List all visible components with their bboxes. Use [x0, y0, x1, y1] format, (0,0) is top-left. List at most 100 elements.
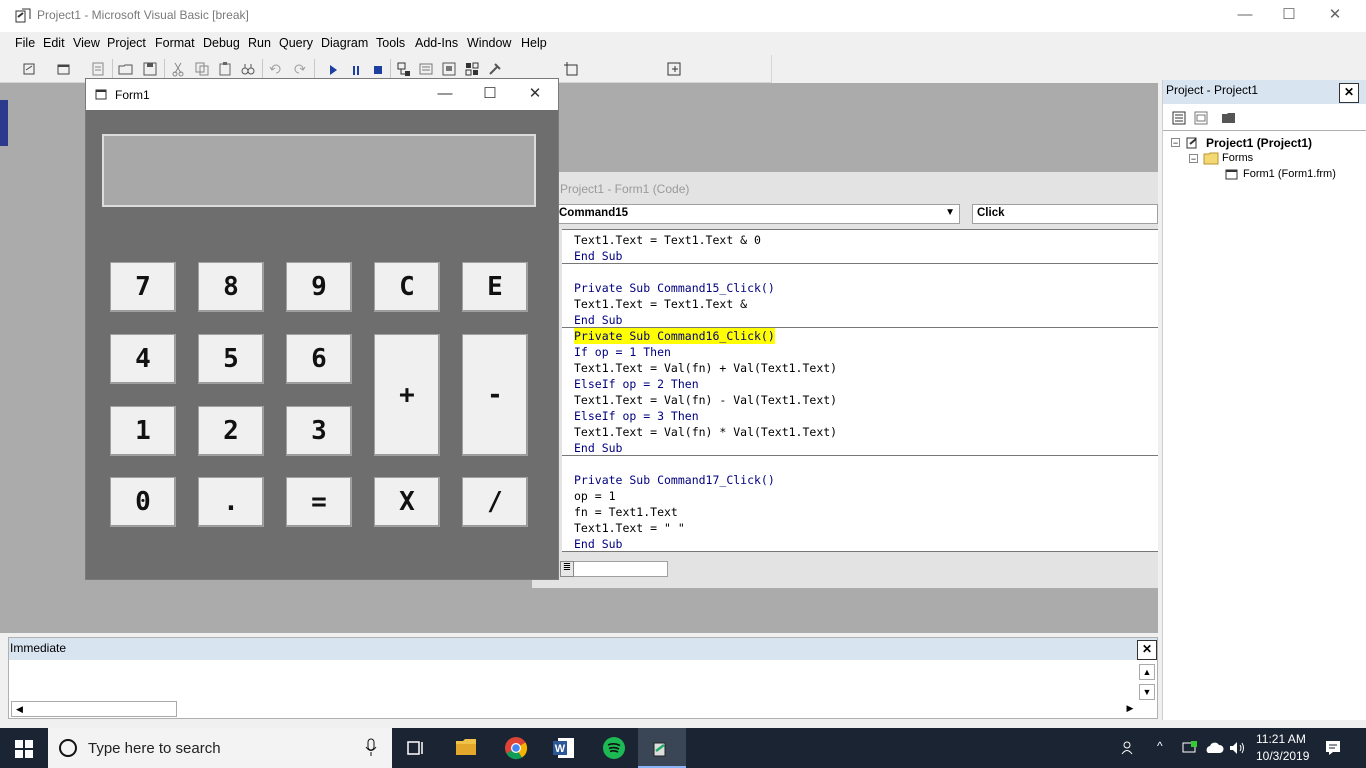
word-icon[interactable]: W — [552, 736, 576, 760]
scroll-left-icon[interactable]: ◀ — [11, 701, 177, 717]
vb-taskbar-button[interactable] — [638, 728, 686, 768]
maximize-button[interactable]: ☐ — [1266, 0, 1312, 32]
menu-window[interactable]: Window — [467, 36, 511, 50]
menu-project[interactable]: Project — [107, 36, 146, 50]
menu-file[interactable]: File — [15, 36, 35, 50]
menu-debug[interactable]: Debug — [203, 36, 240, 50]
spotify-icon[interactable] — [602, 736, 626, 760]
search-box[interactable]: Type here to search — [48, 728, 392, 768]
search-icon — [59, 739, 77, 757]
immediate-window[interactable]: Immediate ✕ ▲ ▼ ◀ ▶ — [8, 637, 1158, 719]
file-explorer-icon[interactable] — [455, 737, 477, 757]
key-0[interactable]: 0 — [110, 477, 176, 527]
toolbox-icon[interactable] — [487, 61, 503, 77]
add-form-icon[interactable] — [56, 61, 72, 77]
add-project-icon[interactable] — [22, 61, 38, 77]
current-statement-line: Private Sub Command16_Click() — [574, 328, 775, 344]
project-explorer-header: Project - Project1 ✕ — [1163, 80, 1366, 104]
calculator-display[interactable] — [102, 134, 536, 207]
collapse-forms-icon[interactable]: − — [1189, 154, 1198, 164]
microphone-icon[interactable] — [364, 738, 378, 758]
menu-add-ins[interactable]: Add-Ins — [415, 36, 458, 50]
immediate-close-button[interactable]: ✕ — [1137, 640, 1157, 660]
chevron-up-icon[interactable]: ^ — [1157, 739, 1163, 753]
horizontal-scrollbar[interactable]: ◀ — [562, 561, 668, 577]
undo-icon[interactable] — [268, 61, 284, 77]
chrome-icon[interactable] — [504, 736, 528, 760]
clear-button[interactable]: C — [374, 262, 440, 312]
procedure-combo[interactable]: Click — [972, 204, 1158, 224]
view-object-icon[interactable] — [1193, 110, 1209, 126]
form1-close-button[interactable]: ✕ — [512, 79, 558, 110]
key-9[interactable]: 9 — [286, 262, 352, 312]
key-5[interactable]: 5 — [198, 334, 264, 384]
redo-icon[interactable] — [291, 61, 307, 77]
form1-maximize-button[interactable]: ☐ — [467, 79, 513, 110]
object-browser-icon[interactable] — [464, 61, 480, 77]
clock-date[interactable]: 10/3/2019 — [1256, 749, 1309, 763]
object-combo[interactable]: Command15 ▼ — [554, 204, 960, 224]
menu-query[interactable]: Query — [279, 36, 313, 50]
onedrive-icon[interactable] — [1204, 741, 1224, 755]
project-close-button[interactable]: ✕ — [1339, 83, 1359, 103]
tree-project-node[interactable]: Project1 (Project1) — [1206, 136, 1312, 150]
code-line: End Sub — [574, 313, 623, 327]
tree-forms-node[interactable]: Forms — [1222, 152, 1253, 164]
clock-time[interactable]: 11:21 AM — [1256, 732, 1306, 746]
menu-diagram[interactable]: Diagram — [321, 36, 368, 50]
network-icon[interactable] — [1181, 740, 1199, 756]
windows-start-icon[interactable] — [15, 740, 33, 758]
menu-help[interactable]: Help — [521, 36, 547, 50]
divide-button[interactable]: / — [462, 477, 528, 527]
key-2[interactable]: 2 — [198, 406, 264, 456]
code-editor[interactable]: Text1.Text = Text1.Text & 0 End Sub Priv… — [562, 229, 1158, 552]
toggle-folders-icon[interactable] — [1221, 110, 1237, 126]
full-module-view-icon[interactable]: ≣ — [560, 561, 574, 577]
collapse-project-icon[interactable]: − — [1171, 138, 1180, 148]
key-7[interactable]: 7 — [110, 262, 176, 312]
copy-icon[interactable] — [194, 61, 210, 77]
decimal-button[interactable]: . — [198, 477, 264, 527]
people-icon[interactable] — [1121, 740, 1137, 756]
form1-minimize-button[interactable]: — — [422, 79, 468, 110]
key-4[interactable]: 4 — [110, 334, 176, 384]
key-6[interactable]: 6 — [286, 334, 352, 384]
pause-icon[interactable] — [348, 61, 364, 77]
menu-edit[interactable]: Edit — [43, 36, 65, 50]
menu-format[interactable]: Format — [155, 36, 195, 50]
view-code-icon[interactable] — [1171, 110, 1187, 126]
immediate-header: Immediate ✕ — [9, 638, 1157, 660]
equals-button[interactable]: = — [286, 477, 352, 527]
action-center-icon[interactable] — [1324, 739, 1342, 757]
close-button[interactable]: ✕ — [1312, 0, 1358, 32]
minus-button[interactable]: - — [462, 334, 528, 456]
menu-run[interactable]: Run — [248, 36, 271, 50]
chevron-down-icon[interactable]: ▼ — [945, 207, 955, 218]
key-3[interactable]: 3 — [286, 406, 352, 456]
multiply-button[interactable]: X — [374, 477, 440, 527]
open-icon[interactable] — [118, 61, 134, 77]
stop-icon[interactable] — [370, 61, 386, 77]
properties-window-icon[interactable] — [418, 61, 434, 77]
key-1[interactable]: 1 — [110, 406, 176, 456]
e-button[interactable]: E — [462, 262, 528, 312]
minimize-button[interactable]: — — [1222, 0, 1268, 32]
menu-tools[interactable]: Tools — [376, 36, 405, 50]
menu-editor-icon[interactable] — [90, 61, 106, 77]
cut-icon[interactable] — [170, 61, 186, 77]
plus-button[interactable]: + — [374, 334, 440, 456]
volume-icon[interactable] — [1228, 740, 1246, 756]
form-layout-icon[interactable] — [441, 61, 457, 77]
find-icon[interactable] — [240, 61, 256, 77]
project-explorer-icon[interactable] — [396, 61, 412, 77]
scroll-right-icon[interactable]: ▶ — [1123, 701, 1137, 717]
menu-view[interactable]: View — [73, 36, 100, 50]
scroll-down-icon[interactable]: ▼ — [1139, 684, 1155, 700]
task-view-icon[interactable] — [405, 739, 425, 757]
save-icon[interactable] — [142, 61, 158, 77]
run-icon[interactable] — [325, 61, 341, 77]
paste-icon[interactable] — [217, 61, 233, 77]
scroll-up-icon[interactable]: ▲ — [1139, 664, 1155, 680]
key-8[interactable]: 8 — [198, 262, 264, 312]
tree-form1-node[interactable]: Form1 (Form1.frm) — [1243, 168, 1336, 180]
